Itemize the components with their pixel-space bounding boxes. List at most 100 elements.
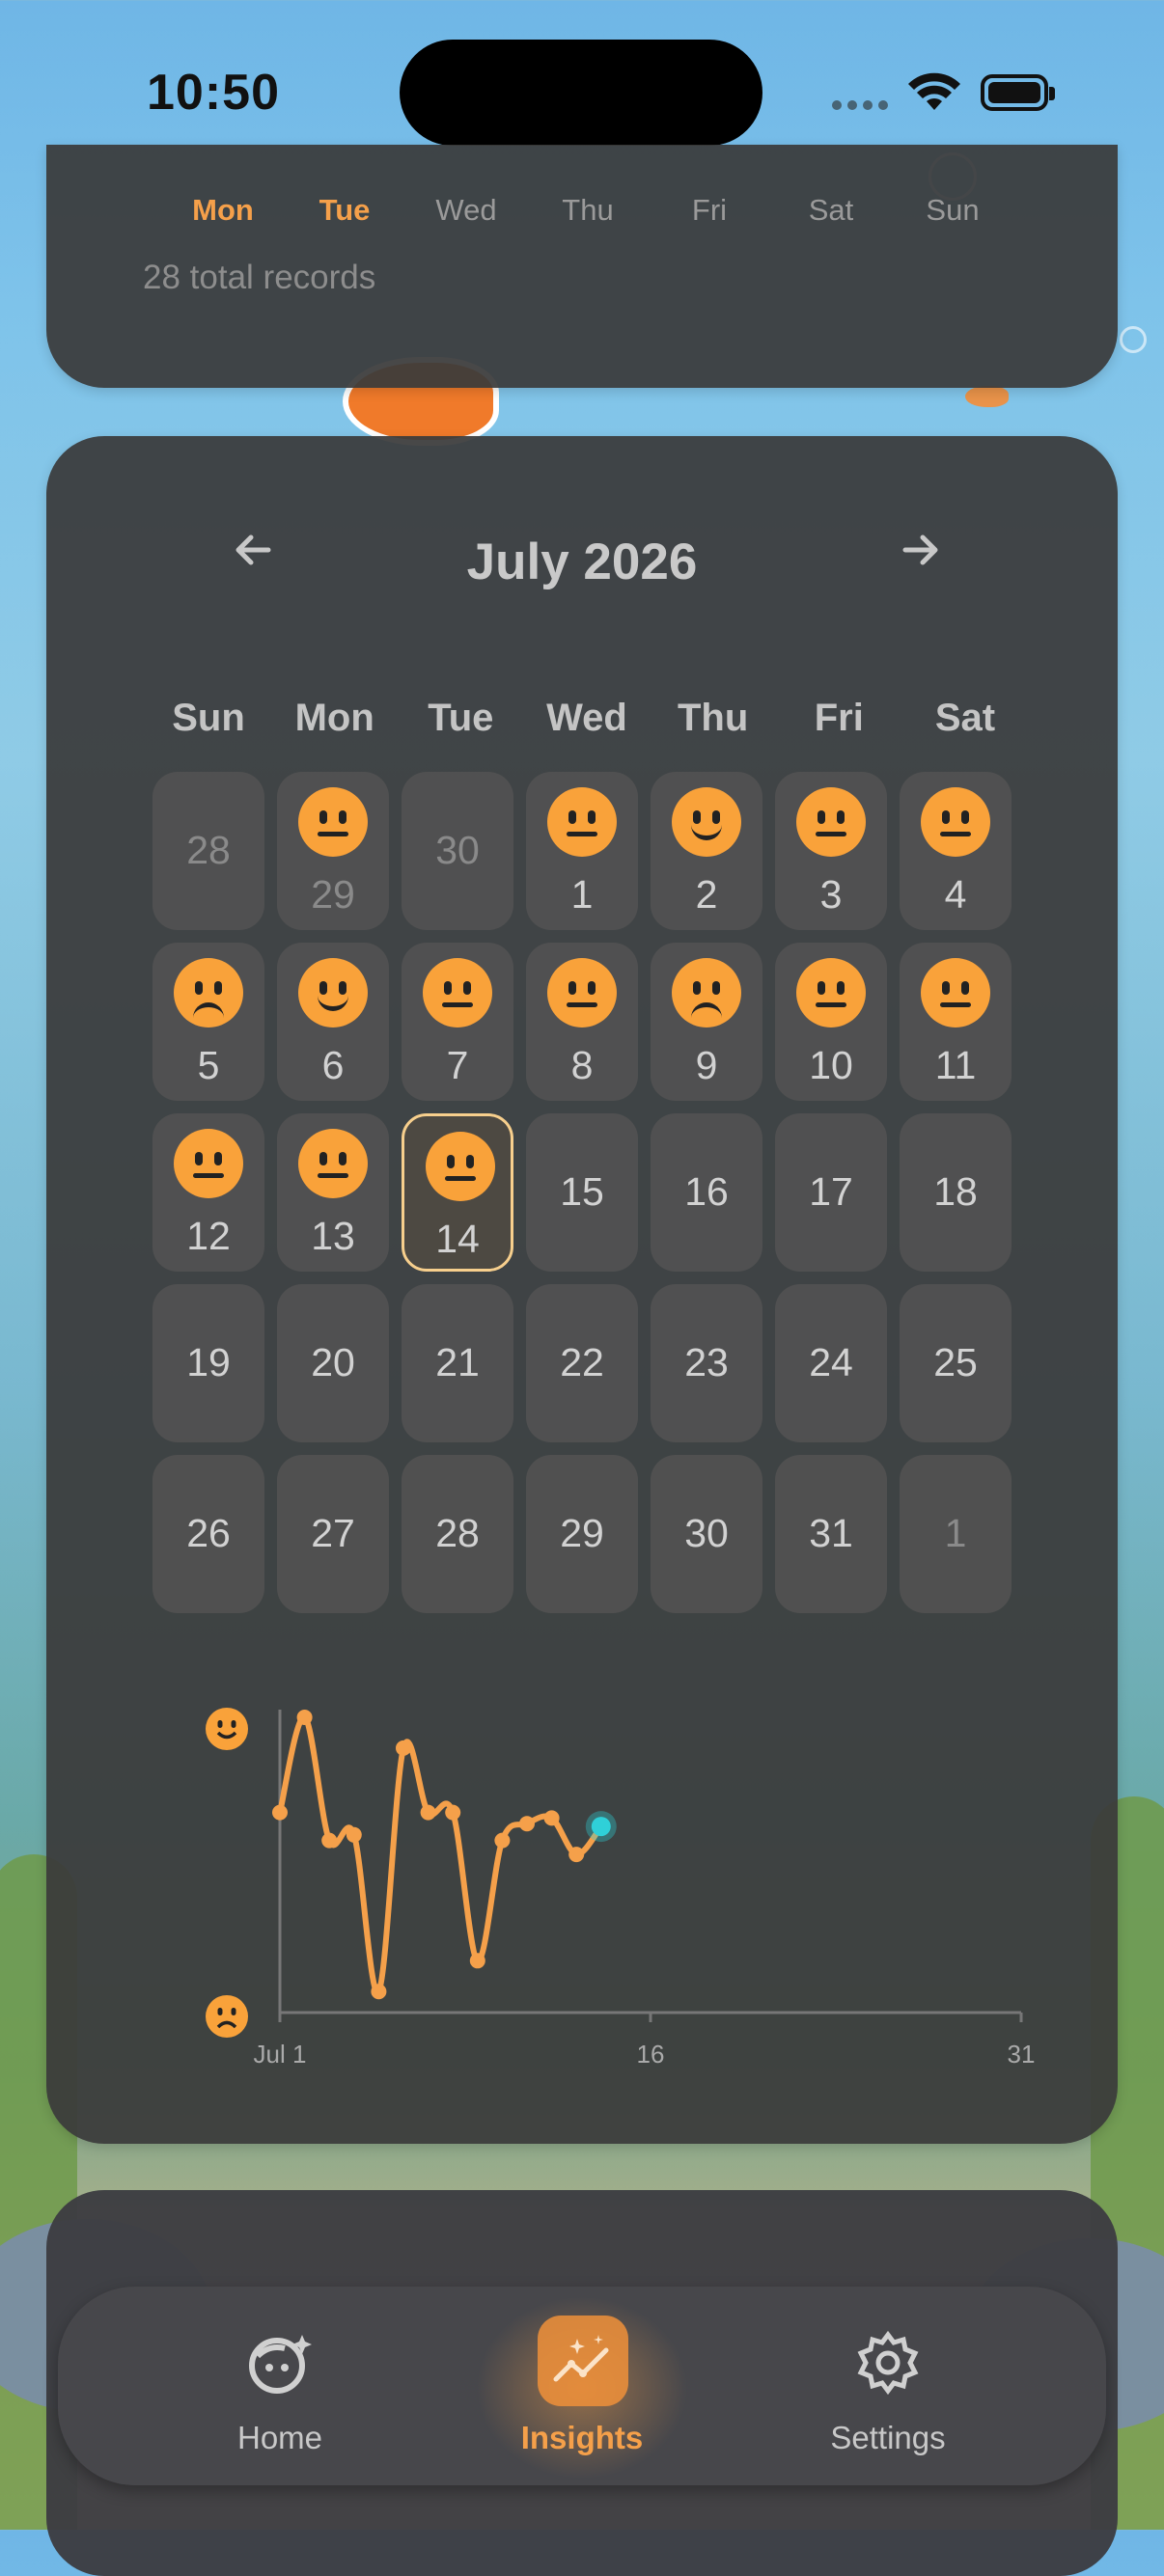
calendar-day[interactable]: 25	[900, 1284, 1012, 1442]
next-month-button[interactable]	[886, 523, 954, 590]
calendar-day[interactable]: 12	[152, 1113, 264, 1272]
day-of-week-header: Sun Mon Tue Wed Thu Fri Sat	[152, 697, 1021, 740]
calendar-day[interactable]: 21	[402, 1284, 513, 1442]
day-number: 31	[809, 1511, 853, 1555]
gear-icon	[857, 2330, 919, 2396]
trend-chart-icon	[553, 2335, 609, 2382]
calendar-day[interactable]: 7	[402, 943, 513, 1101]
calendar-grid: 28 29 30 1 2 3 4 5 6 7 8 9 10 11 12 13 14 15 16 17 18 19 20 21 2…	[152, 772, 1021, 1613]
calendar-day[interactable]: 2	[651, 772, 762, 930]
calendar-day[interactable]: 13	[277, 1113, 389, 1272]
calendar-day[interactable]: 17	[775, 1113, 887, 1272]
calendar-card: July 2026 Sun Mon Tue Wed Thu Fri Sat 28 29 30 1 2…	[46, 436, 1118, 2144]
day-number: 10	[809, 1043, 853, 1087]
day-number: 30	[435, 828, 480, 872]
neutral-face-icon	[298, 787, 368, 857]
day-number: 28	[186, 828, 231, 872]
calendar-day[interactable]: 29	[526, 1455, 638, 1613]
weekday-summary-card: Mon Tue Wed Thu Fri Sat Sun 28 total records	[46, 145, 1118, 388]
day-number: 16	[684, 1169, 729, 1214]
tab-settings[interactable]: Settings	[743, 2287, 1033, 2485]
calendar-day[interactable]: 29	[277, 772, 389, 930]
calendar-day[interactable]: 10	[775, 943, 887, 1101]
status-time: 10:50	[147, 65, 280, 121]
calendar-day[interactable]: 28	[402, 1455, 513, 1613]
tab-home-label: Home	[236, 2420, 323, 2455]
calendar-day[interactable]: 1	[900, 1455, 1012, 1613]
day-number: 28	[435, 1511, 480, 1555]
data-point	[494, 1832, 511, 1849]
calendar-day[interactable]: 22	[526, 1284, 638, 1442]
day-header-mon: Mon	[294, 697, 374, 739]
calendar-day[interactable]: 26	[152, 1455, 264, 1613]
tab-settings-label: Settings	[830, 2420, 946, 2455]
day-number: 15	[560, 1169, 604, 1214]
dynamic-island	[400, 40, 762, 146]
day-number: 18	[933, 1169, 978, 1214]
data-point	[591, 1817, 611, 1837]
neutral-face-icon	[426, 1132, 495, 1201]
day-number: 9	[695, 1043, 718, 1087]
calendar-day[interactable]: 31	[775, 1455, 887, 1613]
day-number: 27	[311, 1511, 355, 1555]
data-point	[371, 1984, 387, 2000]
calendar-day[interactable]: 20	[277, 1284, 389, 1442]
day-number: 4	[944, 872, 967, 917]
calendar-day[interactable]: 19	[152, 1284, 264, 1442]
tab-home[interactable]: Home	[135, 2287, 425, 2485]
day-number: 22	[560, 1340, 604, 1384]
calendar-day[interactable]: 4	[900, 772, 1012, 930]
day-header-tue: Tue	[428, 697, 494, 739]
day-number: 19	[186, 1340, 231, 1384]
calendar-day[interactable]: 23	[651, 1284, 762, 1442]
calendar-day[interactable]: 18	[900, 1113, 1012, 1272]
x-tick-label: 16	[637, 2040, 665, 2069]
calendar-day[interactable]: 5	[152, 943, 264, 1101]
sad-face-icon	[174, 958, 243, 1028]
day-number: 1	[570, 872, 594, 917]
day-number: 23	[684, 1340, 729, 1384]
calendar-day[interactable]: 9	[651, 943, 762, 1101]
calendar-day[interactable]: 3	[775, 772, 887, 930]
calendar-day-selected[interactable]: 14	[402, 1113, 513, 1272]
day-number: 30	[684, 1511, 729, 1555]
calendar-day[interactable]: 27	[277, 1455, 389, 1613]
calendar-day[interactable]: 15	[526, 1113, 638, 1272]
calendar-day[interactable]: 1	[526, 772, 638, 930]
calendar-day[interactable]: 28	[152, 772, 264, 930]
day-header-fri: Fri	[814, 697, 864, 739]
neutral-face-icon	[796, 958, 866, 1028]
day-number: 6	[321, 1043, 345, 1087]
day-number: 8	[570, 1043, 594, 1087]
weekday-label: Tue	[319, 193, 371, 227]
day-number: 17	[809, 1169, 853, 1214]
weekday-label: Mon	[192, 193, 254, 227]
sad-face-icon	[672, 958, 741, 1028]
fish-icon	[965, 386, 1009, 407]
battery-icon	[981, 74, 1055, 111]
calendar-day[interactable]: 30	[402, 772, 513, 930]
x-tick-label: 31	[1008, 2040, 1036, 2069]
calendar-day[interactable]: 11	[900, 943, 1012, 1101]
signal-dots-icon	[832, 100, 888, 112]
happy-face-icon	[206, 1708, 248, 1750]
day-number: 21	[435, 1340, 480, 1384]
data-point	[296, 1710, 313, 1725]
neutral-face-icon	[921, 787, 990, 857]
data-point	[469, 1953, 485, 1969]
calendar-day[interactable]: 6	[277, 943, 389, 1101]
calendar-day[interactable]: 16	[651, 1113, 762, 1272]
day-number: 12	[186, 1214, 231, 1258]
day-number: 7	[446, 1043, 469, 1087]
tab-insights[interactable]: Insights	[437, 2287, 727, 2485]
data-point	[543, 1810, 560, 1826]
calendar-day[interactable]: 24	[775, 1284, 887, 1442]
calendar-day[interactable]: 8	[526, 943, 638, 1101]
calendar-day[interactable]: 30	[651, 1455, 762, 1613]
day-number: 11	[934, 1043, 977, 1087]
day-header-sat: Sat	[934, 697, 996, 739]
mood-line	[277, 1713, 604, 1996]
day-number: 1	[944, 1511, 967, 1555]
x-tick-label: Jul 1	[254, 2040, 307, 2069]
happy-face-icon	[298, 958, 368, 1028]
